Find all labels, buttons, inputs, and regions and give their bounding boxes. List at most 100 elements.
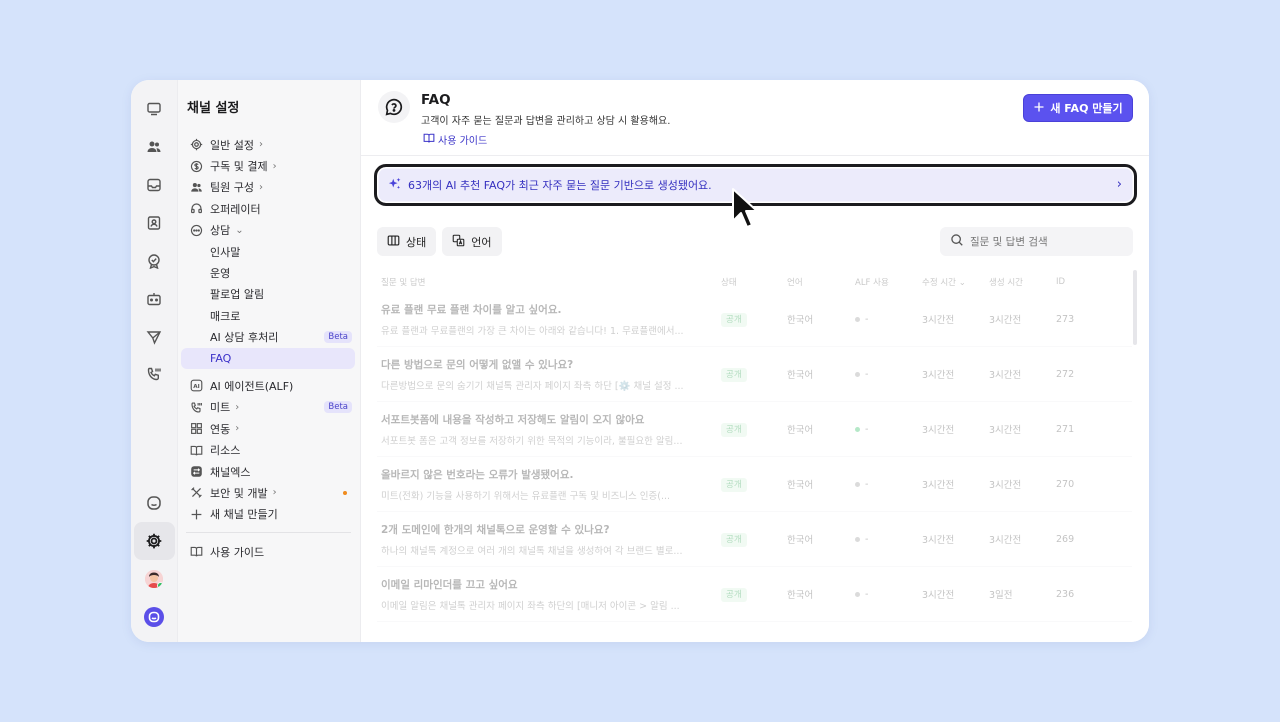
table-scrollbar[interactable] (1133, 270, 1137, 345)
nav-macro[interactable]: 매크로 (181, 305, 355, 326)
phone-icon[interactable] (143, 363, 165, 385)
avatar[interactable] (145, 570, 163, 588)
answer-preview: 다른방법으로 문의 숨기기 채널톡 관리자 페이지 좌측 하단 [⚙️ 채널 설… (381, 380, 684, 392)
created-cell: 3시간전 (989, 370, 1022, 381)
send-icon[interactable] (143, 326, 165, 348)
monitor-icon[interactable] (143, 98, 165, 120)
table-row[interactable]: 올바르지 않은 번호라는 오류가 발생됐어요. 미트(전화) 기능을 사용하기 위… (377, 457, 1132, 512)
nav-label: 일반 설정 (210, 138, 254, 152)
question-title: 다른 방법으로 문의 어떻게 없앨 수 있나요? (381, 358, 574, 371)
modified-cell: 3시간전 (922, 425, 955, 436)
nav-greeting[interactable]: 인사말 (181, 241, 355, 262)
answer-preview: 이메일 알림은 채널톡 관리자 페이지 좌측 하단의 [매니저 아이콘 > 알림… (381, 600, 680, 612)
col-status[interactable]: 상태 (721, 276, 787, 288)
modified-cell: 3시간전 (922, 535, 955, 546)
status-badge: 공개 (721, 478, 747, 492)
nav-meet[interactable]: 미트 › Beta (181, 397, 355, 418)
search-box[interactable] (940, 227, 1133, 256)
language-filter-button[interactable]: 언어 (442, 227, 502, 256)
id-cell: 236 (1056, 588, 1075, 600)
inbox-icon[interactable] (143, 174, 165, 196)
chat-dots-icon (189, 223, 203, 237)
table-row[interactable]: 서포트봇폼에 내용을 작성하고 저장해도 알림이 오지 않아요 서포트봇 폼은 고… (377, 402, 1132, 457)
answer-preview: 미트(전화) 기능을 사용하기 위해서는 유료플랜 구독 및 비즈니스 인증(.… (381, 490, 671, 502)
nav-label: AI 에이전트(ALF) (210, 379, 294, 393)
nav-label: 구독 및 결제 (210, 160, 268, 174)
table-row[interactable]: 유료 플랜 무료 플랜 차이를 알고 싶어요. 유료 플랜과 무료플랜의 가장 큰… (377, 292, 1132, 347)
status-filter-button[interactable]: 상태 (377, 227, 437, 256)
alf-status-dot (855, 481, 860, 487)
nav-channelx[interactable]: 채널엑스 (181, 461, 355, 482)
gear-icon[interactable] (143, 530, 165, 552)
nav-team[interactable]: 팀원 구성 › (181, 177, 355, 198)
modified-cell: 3시간전 (922, 315, 955, 326)
nav-operation[interactable]: 운영 (181, 262, 355, 283)
settings-panel: 채널 설정 일반 설정 › 구독 및 결제 › 팀원 구성 › 오퍼레이터 상담… (178, 80, 361, 642)
nav-new-channel[interactable]: 새 채널 만들기 (181, 504, 355, 525)
guide-link[interactable]: 사용 가이드 (423, 132, 487, 147)
col-id[interactable]: ID (1056, 277, 1116, 287)
question-title: 2개 도메인에 한개의 채널톡으로 운영할 수 있나요? (381, 523, 610, 536)
bot-icon[interactable] (143, 288, 165, 310)
badge-check-icon[interactable] (143, 250, 165, 272)
svg-text:AI: AI (193, 384, 200, 390)
nav-subscription[interactable]: 구독 및 결제 › (181, 155, 355, 176)
search-input[interactable] (970, 235, 1120, 248)
chat-icon[interactable] (143, 492, 165, 514)
modified-cell: 3시간전 (922, 370, 955, 381)
question-title: 유료 플랜 무료 플랜 차이를 알고 싶어요. (381, 303, 562, 316)
alf-cell: - (865, 533, 869, 545)
nav-operator[interactable]: 오퍼레이터 (181, 198, 355, 219)
id-cell: 272 (1056, 368, 1075, 380)
chevron-right-icon: › (1116, 177, 1122, 192)
table-row[interactable]: 이메일 리마인더를 끄고 싶어요 이메일 알림은 채널톡 관리자 페이지 좌측 하… (377, 567, 1132, 622)
filter-bar: 상태 언어 (377, 227, 502, 256)
nav-integration[interactable]: 연동 › (181, 418, 355, 439)
users-icon[interactable] (143, 136, 165, 158)
table-header: 질문 및 답변 상태 언어 ALF 사용 수정 시간 ⌄ 생성 시간 ID (377, 272, 1132, 292)
book-icon (189, 545, 203, 559)
new-faq-button[interactable]: 새 FAQ 만들기 (1023, 94, 1133, 122)
chevron-right-icon: › (258, 181, 263, 193)
brand-logo-icon[interactable] (144, 607, 164, 627)
col-alf[interactable]: ALF 사용 (855, 276, 922, 288)
nav-faq[interactable]: FAQ (181, 347, 355, 370)
nav-label: 매크로 (210, 309, 241, 323)
col-modified[interactable]: 수정 시간 ⌄ (922, 276, 989, 288)
table-row[interactable]: 2개 도메인에 한개의 채널톡으로 운영할 수 있나요? 하나의 채널톡 계정으로… (377, 512, 1132, 567)
team-icon (189, 180, 203, 194)
headset-icon (189, 202, 203, 216)
table-row[interactable]: 다른 방법으로 문의 어떻게 없앨 수 있나요? 다른방법으로 문의 숨기기 채널… (377, 347, 1132, 402)
nav-user-guide[interactable]: 사용 가이드 (181, 541, 355, 562)
ai-icon: AI (189, 379, 203, 393)
chevron-right-icon: › (258, 139, 263, 151)
col-created[interactable]: 생성 시간 (989, 276, 1056, 288)
question-title: 서포트봇폼에 내용을 작성하고 저장해도 알림이 오지 않아요 (381, 413, 645, 426)
alf-cell: - (865, 313, 869, 325)
nav-label: 새 채널 만들기 (210, 508, 278, 522)
created-cell: 3시간전 (989, 480, 1022, 491)
channelx-icon (189, 465, 203, 479)
contact-icon[interactable] (143, 212, 165, 234)
nav-consult[interactable]: 상담 ⌄ (181, 220, 355, 241)
language-filter-label: 언어 (471, 235, 492, 249)
nav-label: 상담 (210, 224, 231, 238)
col-modified-label: 수정 시간 (922, 278, 956, 288)
nav-ai-agent[interactable]: AI AI 에이전트(ALF) (181, 375, 355, 396)
nav-resources[interactable]: 리소스 (181, 439, 355, 460)
col-question[interactable]: 질문 및 답변 (377, 276, 721, 288)
answer-preview: 유료 플랜과 무료플랜의 가장 큰 차이는 아래와 같습니다! 1. 무료플랜에… (381, 325, 684, 337)
status-badge: 공개 (721, 423, 747, 437)
faq-table: 질문 및 답변 상태 언어 ALF 사용 수정 시간 ⌄ 생성 시간 ID 유료… (377, 272, 1132, 622)
nav-security[interactable]: 보안 및 개발 › (181, 482, 355, 503)
nav-followup[interactable]: 팔로업 알림 (181, 284, 355, 305)
nav-label: 연동 (210, 422, 231, 436)
nav-general-settings[interactable]: 일반 설정 › (181, 134, 355, 155)
icon-rail (131, 80, 178, 642)
chevron-right-icon: › (272, 487, 277, 499)
col-language[interactable]: 언어 (787, 276, 855, 288)
language-cell: 한국어 (787, 535, 814, 546)
alf-status-dot (855, 316, 860, 322)
page-description: 고객이 자주 묻는 질문과 답변을 관리하고 상담 시 활용해요. (421, 116, 671, 127)
nav-ai-postprocess[interactable]: AI 상담 후처리 Beta (181, 327, 355, 348)
